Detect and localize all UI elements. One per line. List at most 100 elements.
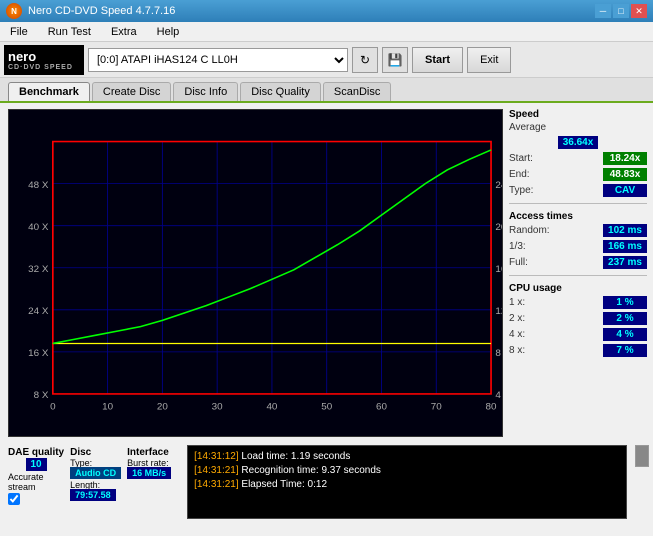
log-area: [14:31:12] Load time: 1.19 seconds [14:3… — [187, 445, 627, 519]
svg-text:16 X: 16 X — [28, 348, 49, 359]
end-stat: End: 48.83x — [509, 168, 647, 181]
tab-bar: Benchmark Create Disc Disc Info Disc Qua… — [0, 78, 653, 103]
svg-text:70: 70 — [431, 402, 442, 413]
svg-text:8: 8 — [495, 348, 500, 359]
svg-text:60: 60 — [376, 402, 387, 413]
end-label: End: — [509, 169, 530, 180]
type-value: CAV — [603, 184, 647, 197]
full-label: Full: — [509, 257, 528, 268]
tab-create-disc[interactable]: Create Disc — [92, 82, 171, 101]
log-scrollbar[interactable] — [635, 445, 649, 467]
tab-disc-info[interactable]: Disc Info — [173, 82, 238, 101]
interface-section: Interface Burst rate: 16 MB/s — [127, 445, 171, 508]
cpu-8x-value: 7 % — [603, 344, 647, 357]
disc-length-value: 79:57.58 — [70, 489, 116, 501]
svg-text:12: 12 — [495, 306, 502, 317]
app-icon: N — [6, 3, 22, 19]
tab-scan-disc[interactable]: ScanDisc — [323, 82, 391, 101]
nero-logo: nero CD·DVD SPEED — [4, 45, 84, 75]
disc-title: Disc — [70, 447, 121, 458]
dae-value: 10 — [26, 458, 47, 471]
average-label: Average — [509, 122, 546, 133]
log-msg-0: Load time: 1.19 seconds — [241, 451, 350, 462]
log-time-1: [14:31:21] — [194, 465, 238, 476]
maximize-button[interactable]: □ — [613, 4, 629, 18]
minimize-button[interactable]: ─ — [595, 4, 611, 18]
cpu-1x-label: 1 x: — [509, 297, 525, 308]
cpu-8x-stat: 8 x: 7 % — [509, 344, 647, 357]
svg-text:16: 16 — [495, 264, 502, 275]
bottom-area: DAE quality 10 Accuratestream Disc Type: — [0, 443, 653, 521]
stats-panel: Speed Average 36.64x Start: 18.24x End: … — [503, 103, 653, 443]
svg-text:32 X: 32 X — [28, 264, 49, 275]
svg-text:80: 80 — [486, 402, 497, 413]
svg-text:40 X: 40 X — [28, 222, 49, 233]
svg-text:0: 0 — [50, 402, 55, 413]
chart-area: 8 X 16 X 24 X 32 X 40 X 48 X 4 8 12 16 2… — [8, 109, 503, 437]
svg-text:20: 20 — [157, 402, 168, 413]
tab-benchmark[interactable]: Benchmark — [8, 82, 90, 101]
tab-disc-quality[interactable]: Disc Quality — [240, 82, 321, 101]
close-button[interactable]: ✕ — [631, 4, 647, 18]
window-controls: ─ □ ✕ — [595, 4, 647, 18]
accurate-label: Accuratestream — [8, 472, 64, 492]
cpu-2x-stat: 2 x: 2 % — [509, 312, 647, 325]
start-label: Start: — [509, 153, 533, 164]
start-value: 18.24x — [603, 152, 647, 165]
toolbar: nero CD·DVD SPEED [0:0] ATAPI iHAS124 C … — [0, 42, 653, 78]
average-stat: Average — [509, 122, 647, 133]
log-entry-1: [14:31:21] Recognition time: 9.37 second… — [194, 464, 620, 478]
log-entry-0: [14:31:12] Load time: 1.19 seconds — [194, 450, 620, 464]
random-value: 102 ms — [603, 224, 647, 237]
menu-file[interactable]: File — [4, 24, 34, 40]
log-msg-1: Recognition time: 9.37 seconds — [241, 465, 381, 476]
cpu-4x-value: 4 % — [603, 328, 647, 341]
dae-section: DAE quality 10 Accuratestream — [8, 445, 64, 508]
svg-text:48 X: 48 X — [28, 180, 49, 191]
refresh-button[interactable]: ↻ — [352, 47, 378, 73]
average-value: 36.64x — [558, 136, 599, 149]
menu-extra[interactable]: Extra — [105, 24, 143, 40]
start-button[interactable]: Start — [412, 47, 463, 73]
svg-text:30: 30 — [212, 402, 223, 413]
svg-text:50: 50 — [321, 402, 332, 413]
cpu-section-title: CPU usage — [509, 283, 647, 294]
dae-title: DAE quality — [8, 447, 64, 458]
svg-text:40: 40 — [266, 402, 277, 413]
onethird-value: 166 ms — [603, 240, 647, 253]
cpu-1x-stat: 1 x: 1 % — [509, 296, 647, 309]
cpu-2x-label: 2 x: — [509, 313, 525, 324]
cpu-2x-value: 2 % — [603, 312, 647, 325]
accurate-stream-checkbox[interactable] — [8, 493, 20, 505]
menu-bar: File Run Test Extra Help — [0, 22, 653, 42]
cpu-1x-value: 1 % — [603, 296, 647, 309]
disc-section: Disc Type: Audio CD Length: 79:57.58 — [70, 445, 121, 508]
cpu-4x-label: 4 x: — [509, 329, 525, 340]
cpu-8x-label: 8 x: — [509, 345, 525, 356]
menu-help[interactable]: Help — [151, 24, 186, 40]
log-time-2: [14:31:21] — [194, 479, 238, 490]
drive-select[interactable]: [0:0] ATAPI iHAS124 C LL0H — [88, 48, 348, 72]
onethird-label: 1/3: — [509, 241, 526, 252]
full-value: 237 ms — [603, 256, 647, 269]
access-section-title: Access times — [509, 211, 647, 222]
log-msg-2: Elapsed Time: 0:12 — [241, 479, 327, 490]
type-stat: Type: CAV — [509, 184, 647, 197]
speed-section-title: Speed — [509, 109, 647, 120]
log-time-0: [14:31:12] — [194, 451, 238, 462]
main-content: 8 X 16 X 24 X 32 X 40 X 48 X 4 8 12 16 2… — [0, 103, 653, 443]
menu-run-test[interactable]: Run Test — [42, 24, 97, 40]
exit-button[interactable]: Exit — [467, 47, 511, 73]
random-label: Random: — [509, 225, 550, 236]
svg-text:20: 20 — [495, 222, 502, 233]
onethird-stat: 1/3: 166 ms — [509, 240, 647, 253]
chart-svg: 8 X 16 X 24 X 32 X 40 X 48 X 4 8 12 16 2… — [9, 110, 502, 436]
save-button[interactable]: 💾 — [382, 47, 408, 73]
svg-text:24: 24 — [495, 180, 502, 191]
interface-title: Interface — [127, 447, 171, 458]
svg-text:4: 4 — [495, 390, 501, 401]
title-bar: N Nero CD-DVD Speed 4.7.7.16 ─ □ ✕ — [0, 0, 653, 22]
log-entry-2: [14:31:21] Elapsed Time: 0:12 — [194, 478, 620, 492]
svg-text:10: 10 — [102, 402, 113, 413]
type-label: Type: — [509, 185, 533, 196]
